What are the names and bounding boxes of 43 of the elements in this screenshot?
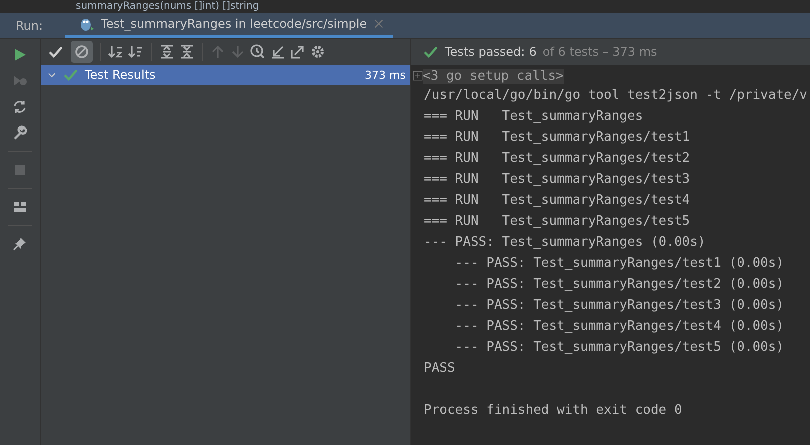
tests-summary: of 6 tests – 373 ms [542, 45, 658, 59]
sort-duration-icon[interactable] [128, 44, 144, 60]
collapse-all-icon[interactable] [179, 44, 195, 60]
console-line: /usr/local/go/bin/go tool test2json -t /private/v [424, 88, 808, 103]
console-line: Process finished with exit code 0 [424, 403, 682, 418]
console-line: === RUN Test_summaryRanges/test5 [424, 214, 690, 229]
pin-icon[interactable] [12, 236, 28, 252]
console-line: --- PASS: Test_summaryRanges/test2 (0.00s) [454, 277, 784, 292]
run-icon[interactable] [12, 47, 28, 63]
check-icon[interactable] [423, 44, 439, 60]
console-line: === RUN Test_summaryRanges/test3 [424, 172, 690, 187]
console-line: --- PASS: Test_summaryRanges/test1 (0.00s) [454, 256, 784, 271]
tree-label: Test Results [85, 68, 157, 82]
expand-all-icon[interactable] [159, 44, 175, 60]
show-ignored-button[interactable] [71, 41, 93, 63]
folded-setup-calls[interactable]: <3 go setup calls> [423, 68, 564, 84]
export-icon[interactable] [290, 44, 306, 60]
console-line: === RUN Test_summaryRanges/test2 [424, 151, 690, 166]
editor-breadcrumb: summaryRanges(nums []int) []string [76, 0, 260, 12]
gopher-icon [79, 16, 96, 32]
console-line: --- PASS: Test_summaryRanges/test3 (0.00s) [454, 298, 784, 313]
tests-passed-label: Tests passed: [445, 45, 526, 59]
layout-icon[interactable] [12, 199, 28, 215]
console-line: PASS [424, 361, 456, 376]
console-line: --- PASS: Test_summaryRanges/test4 (0.00s) [454, 319, 784, 334]
console-line: --- PASS: Test_summaryRanges/test5 (0.00s) [454, 340, 784, 355]
sort-alpha-icon[interactable] [108, 44, 124, 60]
settings-icon[interactable] [310, 44, 326, 60]
console-line: === RUN Test_summaryRanges [424, 109, 644, 124]
duration-label: 373 ms [365, 68, 406, 82]
expand-icon[interactable] [413, 71, 423, 81]
check-icon[interactable] [63, 67, 79, 83]
run-tab[interactable]: Test_summaryRanges in leetcode/src/simple [65, 13, 394, 38]
passed-count: 6 [529, 45, 537, 59]
tree-row[interactable]: Test Results 373 ms [41, 65, 410, 85]
console-line: === RUN Test_summaryRanges/test4 [424, 193, 690, 208]
run-label: Run: [16, 18, 44, 32]
import-icon[interactable] [270, 44, 286, 60]
history-icon[interactable] [250, 44, 266, 60]
no-entry-icon [74, 44, 90, 60]
console-line: --- PASS: Test_summaryRanges (0.00s) [424, 235, 706, 250]
refresh-icon[interactable] [12, 99, 28, 115]
console-line: === RUN Test_summaryRanges/test1 [424, 130, 690, 145]
